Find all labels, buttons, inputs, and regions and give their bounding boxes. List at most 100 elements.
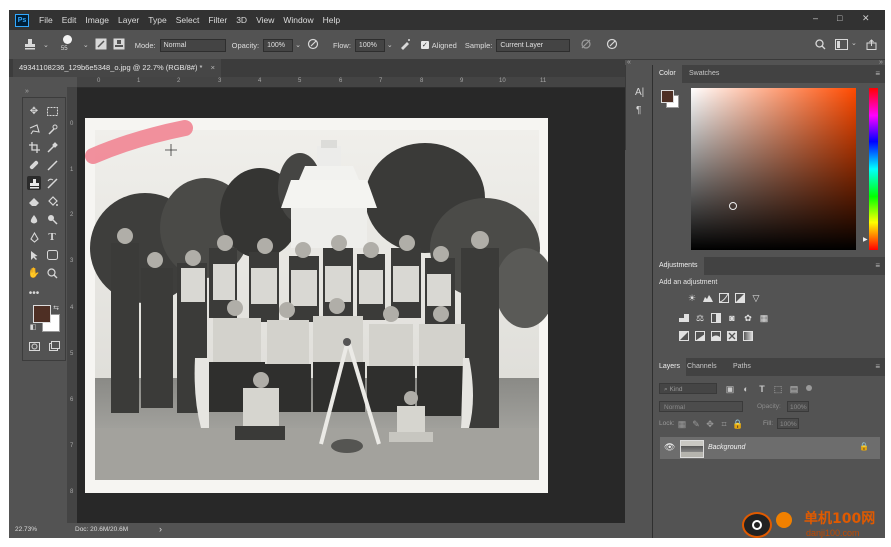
hue-slider-handle-icon[interactable]: ▶ [863, 236, 868, 243]
default-colors-icon[interactable]: ◧ [26, 320, 40, 334]
color-lookup-icon[interactable]: ▦ [759, 313, 769, 323]
adjustments-panel-menu-icon[interactable]: ≡ [875, 261, 880, 270]
character-panel-icon[interactable]: A| [635, 87, 644, 98]
tab-channels[interactable]: Channels [681, 358, 723, 376]
photo-filter-icon[interactable]: ◙ [727, 313, 737, 323]
curves-icon[interactable] [719, 293, 729, 303]
quick-mask-icon[interactable] [27, 339, 41, 353]
clone-stamp-preset-icon[interactable] [23, 37, 37, 54]
crop-tool-icon[interactable] [27, 140, 41, 154]
color-balance-icon[interactable]: ⚖ [695, 313, 705, 323]
zoom-level[interactable]: 22.73% [15, 526, 37, 533]
visibility-eye-icon[interactable]: 👁 [664, 442, 675, 453]
workspace-dropdown-icon[interactable]: ⌄ [851, 39, 857, 47]
hand-tool-icon[interactable]: ✋ [27, 266, 41, 280]
threshold-icon[interactable] [711, 331, 721, 341]
preset-dropdown-icon[interactable]: ⌄ [43, 41, 49, 49]
move-tool-icon[interactable]: ✥ [27, 104, 41, 118]
levels-icon[interactable] [703, 293, 713, 303]
hue-slider[interactable] [869, 88, 878, 250]
color-fg-chip[interactable] [661, 90, 674, 103]
search-icon[interactable] [815, 39, 826, 53]
opacity-input[interactable]: 100% [263, 38, 294, 52]
menu-type[interactable]: Type [148, 15, 166, 25]
close-window-button[interactable]: ✕ [862, 13, 870, 24]
rectangle-tool-icon[interactable] [45, 248, 59, 262]
layer-row-background[interactable]: 👁 Background 🔒 [660, 437, 880, 459]
dodge-tool-icon[interactable] [45, 212, 59, 226]
menu-select[interactable]: Select [176, 15, 200, 25]
menu-file[interactable]: File [39, 15, 53, 25]
posterize-icon[interactable] [695, 331, 705, 341]
brightness-contrast-icon[interactable]: ☀ [687, 293, 697, 303]
layer-filter-kind[interactable]: ⌕ Kind [659, 383, 717, 394]
brush-tool-icon[interactable] [45, 158, 59, 172]
quick-select-tool-icon[interactable] [45, 122, 59, 136]
paragraph-panel-icon[interactable]: ¶ [636, 105, 641, 116]
workspace-icon[interactable] [835, 39, 848, 53]
mode-select[interactable]: Normal [159, 38, 226, 52]
flow-input[interactable]: 100% [354, 38, 385, 52]
menu-image[interactable]: Image [85, 15, 109, 25]
airbrush-icon[interactable] [399, 38, 411, 53]
document-tab[interactable]: 49341108236_129b6e5348_o.jpg @ 22.7% (RG… [13, 59, 221, 77]
tab-swatches[interactable]: Swatches [683, 65, 725, 83]
vintage-team-photo[interactable] [85, 118, 555, 493]
selective-color-icon[interactable] [727, 331, 737, 341]
lock-artboard-icon[interactable]: ⌗ [719, 419, 729, 429]
history-brush-tool-icon[interactable] [45, 176, 59, 190]
share-icon[interactable] [866, 39, 877, 53]
blend-mode-select[interactable]: Normal [659, 401, 743, 412]
lasso-tool-icon[interactable] [27, 122, 41, 136]
blur-tool-icon[interactable] [27, 212, 41, 226]
channel-mixer-icon[interactable]: ✿ [743, 313, 753, 323]
black-white-icon[interactable] [711, 313, 721, 323]
lock-image-icon[interactable]: ✎ [691, 419, 701, 429]
tab-paths[interactable]: Paths [727, 358, 757, 376]
paint-bucket-tool-icon[interactable] [45, 194, 59, 208]
tab-adjustments[interactable]: Adjustments [653, 257, 704, 275]
exposure-icon[interactable] [735, 293, 745, 303]
status-menu-arrow[interactable]: › [159, 524, 162, 534]
menu-3d[interactable]: 3D [236, 15, 247, 25]
lock-all-icon[interactable]: 🔒 [732, 419, 743, 429]
maximize-button[interactable]: □ [837, 13, 842, 23]
pressure-opacity-icon[interactable] [307, 38, 319, 53]
type-tool-icon[interactable]: T [45, 230, 59, 244]
more-tools-icon[interactable]: ••• [27, 286, 41, 300]
tab-color[interactable]: Color [653, 65, 682, 83]
eyedropper-tool-icon[interactable] [45, 140, 59, 154]
marquee-tool-icon[interactable] [45, 104, 59, 118]
hue-saturation-icon[interactable] [679, 313, 689, 323]
sample-select[interactable]: Current Layer [496, 38, 571, 52]
aligned-checkbox[interactable]: ✓ [420, 41, 429, 49]
filter-smart-object-icon[interactable]: ▤ [789, 384, 799, 394]
lock-transparent-icon[interactable]: ▦ [677, 419, 687, 429]
screen-mode-icon[interactable] [47, 339, 61, 353]
color-field[interactable] [691, 88, 856, 250]
path-selection-tool-icon[interactable] [27, 248, 41, 262]
layer-opacity-input[interactable]: 100% [787, 401, 809, 412]
filter-type-icon[interactable]: T [757, 384, 767, 394]
lock-position-icon[interactable]: ✥ [705, 419, 715, 429]
invert-icon[interactable] [679, 331, 689, 341]
layers-panel-menu-icon[interactable]: ≡ [875, 362, 880, 371]
close-document-icon[interactable]: × [211, 59, 215, 77]
flow-dropdown-icon[interactable]: ⌄ [387, 41, 393, 49]
vibrance-icon[interactable]: ▽ [751, 293, 761, 303]
pressure-size-icon[interactable] [606, 38, 618, 53]
ignore-adjustment-icon[interactable] [580, 38, 592, 53]
document-canvas[interactable] [77, 88, 625, 527]
pen-tool-icon[interactable] [27, 230, 41, 244]
opacity-dropdown-icon[interactable]: ⌄ [295, 41, 301, 49]
eraser-tool-icon[interactable] [27, 194, 41, 208]
swap-colors-icon[interactable]: ⇆ [49, 301, 63, 315]
menu-filter[interactable]: Filter [208, 15, 227, 25]
minimize-button[interactable]: – [813, 13, 818, 23]
filter-toggle-icon[interactable] [806, 385, 812, 391]
filter-adjustment-icon[interactable]: ◐ [741, 384, 751, 394]
menu-edit[interactable]: Edit [62, 15, 77, 25]
menu-view[interactable]: View [256, 15, 274, 25]
filter-shape-icon[interactable]: ⬚ [773, 384, 783, 394]
brush-size-picker[interactable]: 55 [59, 34, 77, 56]
